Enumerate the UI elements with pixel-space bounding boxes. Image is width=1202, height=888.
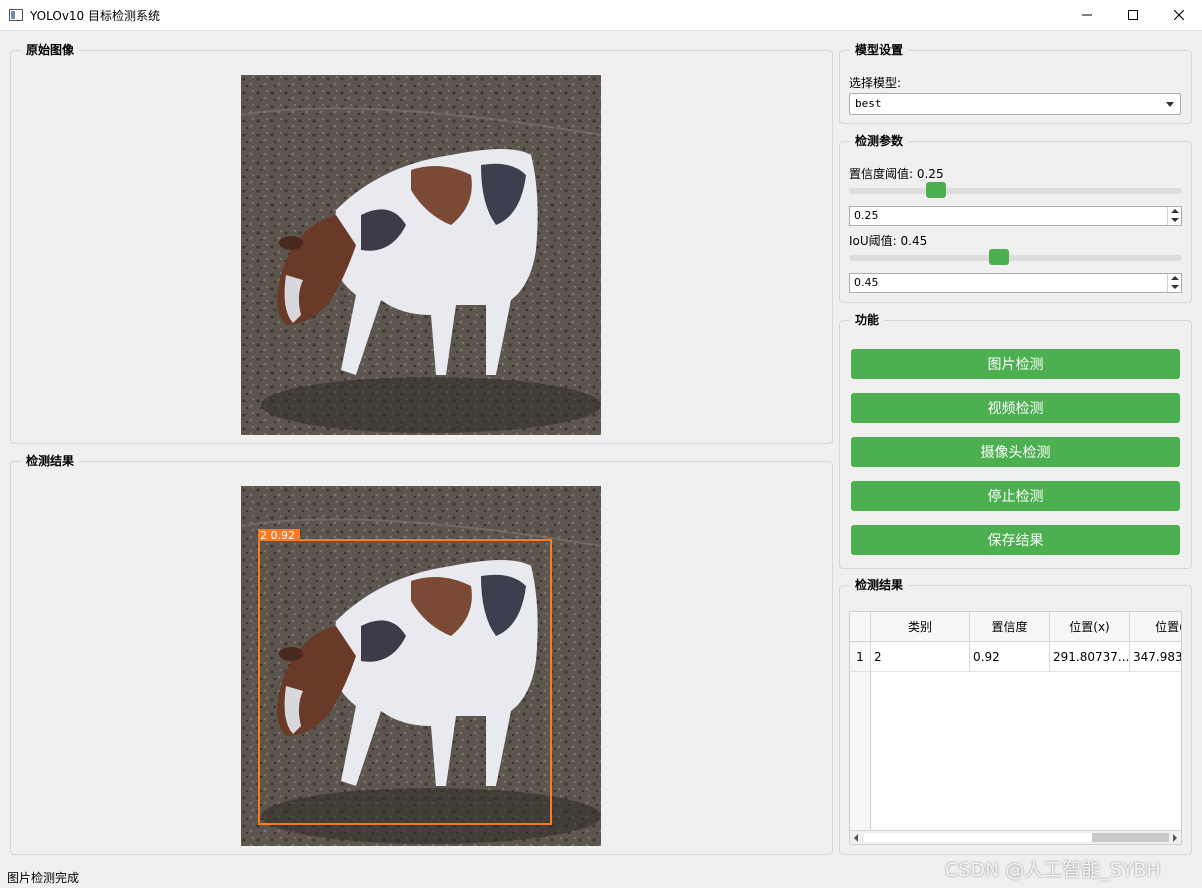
chevron-down-icon: [1166, 102, 1174, 107]
conf-spinbox-buttons[interactable]: [1167, 207, 1181, 225]
result-image-panel: 检测结果 2 0.92: [10, 453, 833, 855]
conf-threshold-label: 置信度阈值: 0.25: [849, 167, 944, 181]
scroll-left-icon[interactable]: [854, 834, 858, 842]
minimize-icon: [1082, 14, 1092, 16]
column-header-class[interactable]: 类别: [871, 612, 970, 642]
column-header-x[interactable]: 位置(x): [1050, 612, 1130, 642]
row-number: 1: [850, 642, 871, 672]
iou-threshold-spinbox[interactable]: 0.45: [849, 273, 1182, 293]
corner-cell[interactable]: [850, 612, 871, 642]
watermark: CSDN @人工智能_SYBH: [945, 859, 1161, 881]
window-title: YOLOv10 目标检测系统: [30, 9, 161, 23]
conf-threshold-spinbox[interactable]: 0.25: [849, 206, 1182, 226]
column-header-confidence[interactable]: 置信度: [970, 612, 1050, 642]
conf-slider-handle[interactable]: [926, 182, 946, 198]
result-image-title: 检测结果: [21, 453, 80, 469]
table-row[interactable]: 1 2 0.92 291.80737... 347.9830: [850, 642, 1181, 672]
iou-slider-track: [849, 255, 1182, 261]
image-detect-button[interactable]: 图片检测: [851, 349, 1180, 379]
iou-threshold-slider[interactable]: [849, 248, 1182, 268]
save-results-button[interactable]: 保存结果: [851, 525, 1180, 555]
result-image: 2 0.92: [241, 486, 601, 846]
select-model-label: 选择模型:: [849, 76, 902, 90]
spin-down-icon[interactable]: [1171, 218, 1179, 222]
cell-confidence[interactable]: 0.92: [970, 642, 1050, 672]
detect-params-title: 检测参数: [850, 133, 909, 149]
iou-spinbox-buttons[interactable]: [1167, 274, 1181, 292]
conf-slider-track: [849, 188, 1182, 194]
title-bar: YOLOv10 目标检测系统: [0, 0, 1202, 31]
conf-threshold-slider[interactable]: [849, 181, 1182, 201]
results-table-title: 检测结果: [850, 577, 909, 593]
model-select[interactable]: best: [849, 93, 1181, 115]
iou-spinbox-value: 0.45: [854, 276, 879, 289]
conf-spinbox-value: 0.25: [854, 209, 879, 222]
model-select-value: best: [855, 97, 882, 110]
camera-detect-button[interactable]: 摄像头检测: [851, 437, 1180, 467]
status-bar-text: 图片检测完成: [7, 871, 80, 885]
spin-up-icon[interactable]: [1171, 209, 1179, 213]
column-header-y[interactable]: 位置(: [1130, 612, 1181, 642]
original-image-panel: 原始图像: [10, 42, 833, 444]
scroll-right-icon[interactable]: [1173, 834, 1177, 842]
spin-up-icon[interactable]: [1171, 276, 1179, 280]
maximize-button[interactable]: [1110, 0, 1156, 30]
close-button[interactable]: [1156, 0, 1202, 30]
functions-title: 功能: [850, 312, 885, 328]
cell-y[interactable]: 347.9830: [1130, 642, 1181, 672]
scrollbar-track[interactable]: [864, 833, 1092, 842]
app-icon: [9, 9, 23, 21]
minimize-button[interactable]: [1064, 0, 1110, 30]
original-image-title: 原始图像: [21, 42, 80, 58]
table-header: 类别 置信度 位置(x) 位置(: [850, 612, 1181, 642]
cow-image: [241, 75, 601, 435]
model-settings-title: 模型设置: [850, 42, 909, 58]
scrollbar-thumb[interactable]: [1092, 833, 1169, 842]
cell-x[interactable]: 291.80737...: [1050, 642, 1130, 672]
detection-label: 2 0.92: [260, 529, 295, 542]
spin-down-icon[interactable]: [1171, 285, 1179, 289]
maximize-icon: [1128, 10, 1138, 20]
horizontal-scrollbar[interactable]: [850, 830, 1181, 844]
cow-detection-image: 2 0.92: [241, 486, 601, 846]
close-icon: [1174, 10, 1184, 20]
iou-slider-handle[interactable]: [989, 249, 1009, 265]
cell-class[interactable]: 2: [871, 642, 970, 672]
original-image: [241, 75, 601, 435]
iou-threshold-label: IoU阈值: 0.45: [849, 234, 928, 248]
results-table[interactable]: 类别 置信度 位置(x) 位置( 1 2 0.92 291.80737... 3…: [849, 611, 1182, 845]
stop-detect-button[interactable]: 停止检测: [851, 481, 1180, 511]
video-detect-button[interactable]: 视频检测: [851, 393, 1180, 423]
